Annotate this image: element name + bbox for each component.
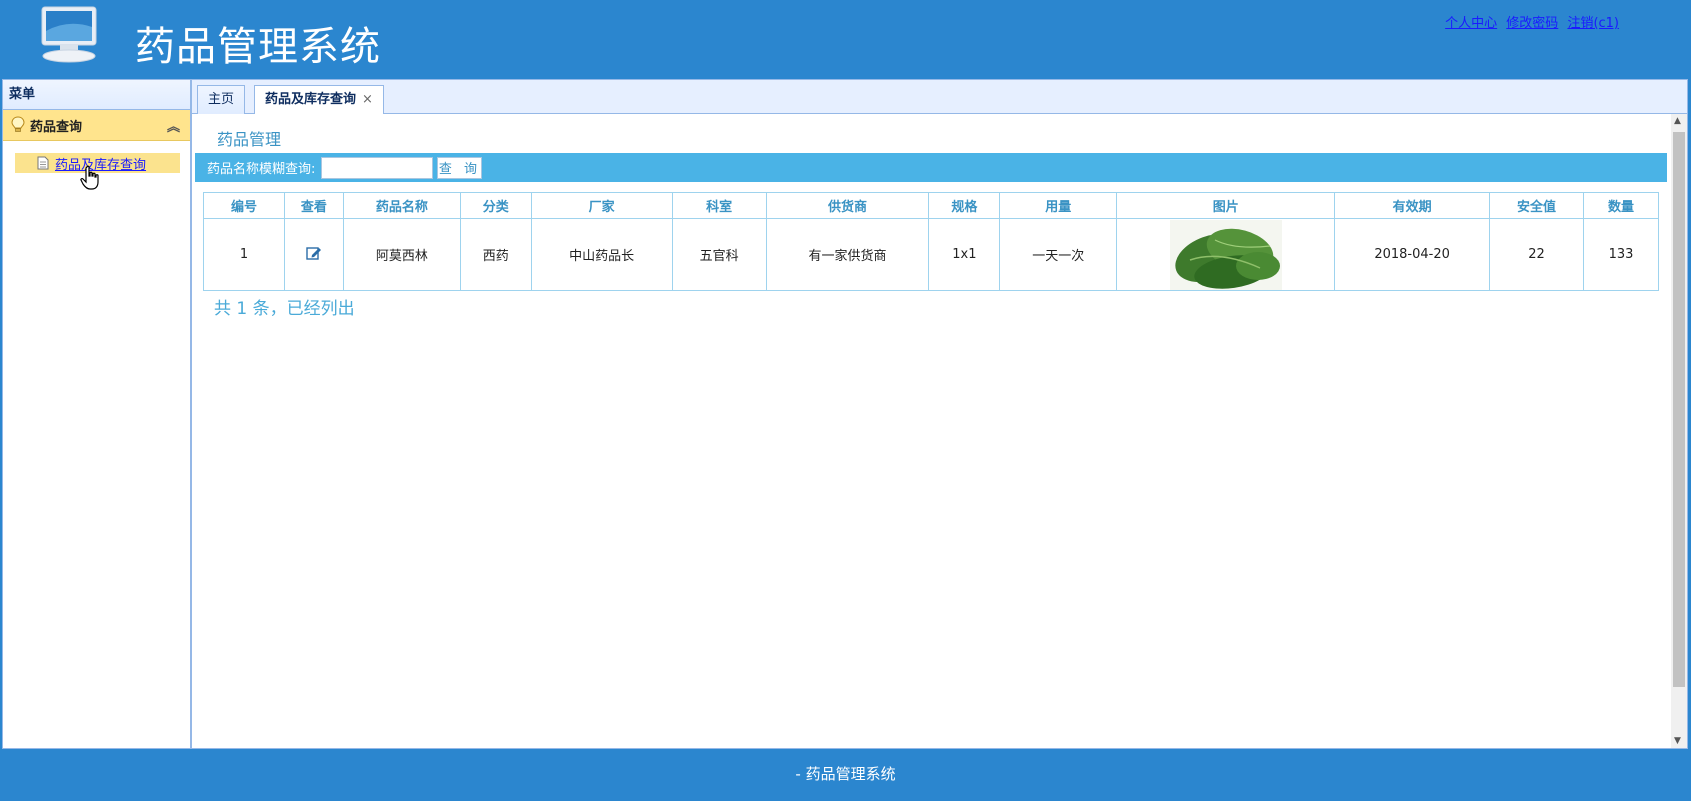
table-header-row: 编号 查看 药品名称 分类 厂家 科室 供货商 规格 用量 图片 有效期 安全值… — [203, 192, 1660, 219]
table-row: 1 阿莫西林 西药 中山药品长 五官科 有一家供货商 1x1 一天一次 2018… — [203, 218, 1660, 291]
sidebar-title: 菜单 — [3, 80, 190, 110]
record-count: 共 1 条，已经列出 — [214, 299, 355, 319]
search-label: 药品名称模糊查询: — [207, 162, 316, 177]
drug-image — [1169, 219, 1282, 290]
col-maker: 厂家 — [530, 192, 673, 219]
cell-dosage: 一天一次 — [999, 218, 1118, 291]
cell-image — [1116, 218, 1336, 291]
header: 药品管理系统 个人中心 修改密码 注销(c1) — [0, 0, 1691, 79]
search-button[interactable]: 查 询 — [437, 156, 483, 179]
cell-expiry: 2018-04-20 — [1334, 218, 1491, 291]
scrollbar-thumb[interactable] — [1673, 132, 1685, 687]
drug-table: 编号 查看 药品名称 分类 厂家 科室 供货商 规格 用量 图片 有效期 安全值… — [203, 192, 1660, 291]
col-view: 查看 — [283, 192, 344, 219]
tab-home-label: 主页 — [208, 92, 235, 107]
collapse-chevron-icon[interactable]: ︽ — [167, 116, 180, 135]
cell-safety: 22 — [1489, 218, 1584, 291]
cell-category: 西药 — [459, 218, 532, 291]
cell-maker: 中山药品长 — [530, 218, 673, 291]
tab-drug-stock-query[interactable]: 药品及库存查询 × — [254, 85, 384, 115]
logout-link[interactable]: 注销(c1) — [1567, 16, 1619, 31]
tabs-bar: 主页 药品及库存查询 × — [192, 80, 1687, 115]
scroll-down-icon[interactable]: ▼ — [1674, 736, 1681, 746]
hand-cursor-icon — [80, 165, 99, 190]
tab-active-label: 药品及库存查询 — [265, 92, 357, 107]
app-title: 药品管理系统 — [135, 24, 381, 70]
document-icon — [37, 156, 49, 170]
main-panel: 主页 药品及库存查询 × 药品管理 药品名称模糊查询: 查 询 编号 查看 药品名… — [191, 79, 1688, 749]
top-links: 个人中心 修改密码 注销(c1) — [1440, 12, 1619, 31]
cell-qty: 133 — [1582, 218, 1660, 291]
sidebar-group-label: 药品查询 — [30, 119, 83, 135]
col-expiry: 有效期 — [1334, 192, 1491, 219]
col-supplier: 供货商 — [765, 192, 930, 219]
monitor-logo-icon — [41, 6, 97, 63]
cell-id: 1 — [203, 218, 285, 291]
tab-close-icon[interactable]: × — [362, 92, 373, 107]
vertical-scrollbar[interactable]: ▲ ▼ — [1671, 114, 1687, 748]
change-password-link[interactable]: 修改密码 — [1506, 16, 1558, 31]
scroll-up-icon[interactable]: ▲ — [1674, 116, 1681, 126]
content-area: 药品管理 药品名称模糊查询: 查 询 编号 查看 药品名称 分类 厂家 科室 供… — [192, 114, 1671, 748]
cell-supplier: 有一家供货商 — [765, 218, 930, 291]
profile-link[interactable]: 个人中心 — [1445, 16, 1497, 31]
search-bar: 药品名称模糊查询: 查 询 — [195, 153, 1667, 182]
footer: - 药品管理系统 — [0, 751, 1691, 801]
drug-name-search-input[interactable] — [321, 156, 434, 179]
sidebar-group-drug-query[interactable]: 药品查询 ︽ — [3, 110, 190, 141]
cell-view — [283, 218, 344, 291]
edit-icon[interactable] — [306, 245, 322, 261]
col-spec: 规格 — [928, 192, 1001, 219]
col-dept: 科室 — [671, 192, 767, 219]
col-qty: 数量 — [1582, 192, 1660, 219]
cell-spec: 1x1 — [928, 218, 1001, 291]
col-image: 图片 — [1116, 192, 1336, 219]
col-category: 分类 — [459, 192, 532, 219]
cell-drug-name: 阿莫西林 — [342, 218, 461, 291]
col-safety: 安全值 — [1489, 192, 1584, 219]
col-id: 编号 — [203, 192, 285, 219]
lightbulb-icon — [11, 116, 25, 132]
section-title: 药品管理 — [217, 130, 282, 149]
tab-home[interactable]: 主页 — [197, 85, 246, 115]
col-dosage: 用量 — [999, 192, 1118, 219]
col-drug-name: 药品名称 — [342, 192, 461, 219]
cell-dept: 五官科 — [671, 218, 767, 291]
